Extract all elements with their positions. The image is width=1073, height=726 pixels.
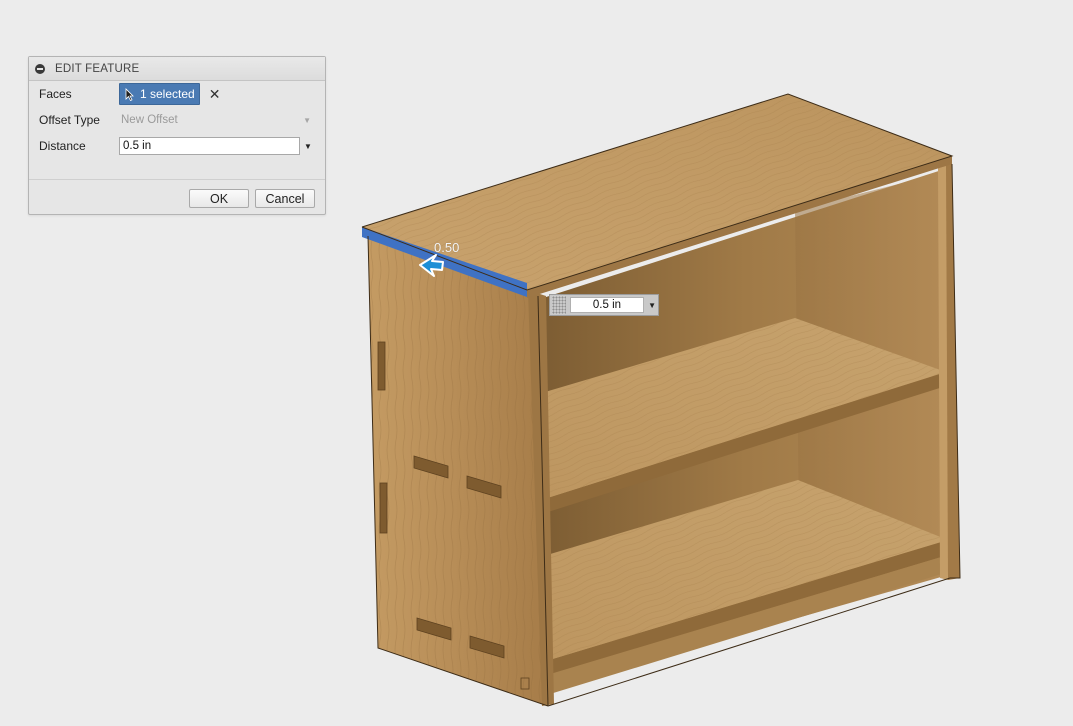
chevron-down-icon: ▼ (303, 115, 311, 125)
collapse-icon[interactable] (35, 63, 45, 74)
dialog-title: EDIT FEATURE (55, 62, 140, 75)
chevron-down-icon[interactable]: ▼ (304, 142, 312, 151)
inline-distance-field[interactable]: 0.5 in (569, 297, 645, 313)
chevron-down-icon[interactable]: ▼ (646, 301, 658, 310)
distance-input[interactable] (119, 137, 300, 155)
offset-type-label: Offset Type (39, 113, 100, 127)
offset-type-value: New Offset (121, 114, 178, 126)
offset-type-row: Offset Type New Offset ▼ (39, 109, 315, 131)
dialog-header[interactable]: EDIT FEATURE (29, 57, 325, 81)
faces-selection-label: 1 selected (140, 87, 195, 101)
cursor-arrow-icon (125, 87, 134, 101)
drag-grip-icon[interactable] (552, 296, 566, 314)
dialog-divider (29, 179, 325, 180)
dimension-label: 0.50 (434, 240, 460, 255)
ok-button[interactable]: OK (189, 189, 249, 208)
offset-type-select[interactable]: New Offset ▼ (119, 110, 315, 130)
distance-row: Distance ▼ (39, 135, 315, 157)
distance-label: Distance (39, 139, 86, 153)
inline-distance-input[interactable]: 0.5 in ▼ (549, 294, 659, 316)
cancel-button[interactable]: Cancel (255, 189, 315, 208)
faces-selection-button[interactable]: 1 selected (119, 83, 200, 105)
faces-label: Faces (39, 87, 72, 101)
clear-selection-icon[interactable]: ✕ (209, 87, 221, 101)
edit-feature-dialog: EDIT FEATURE Faces 1 selected ✕ Offset T… (28, 56, 326, 215)
faces-row: Faces 1 selected ✕ (39, 83, 315, 105)
